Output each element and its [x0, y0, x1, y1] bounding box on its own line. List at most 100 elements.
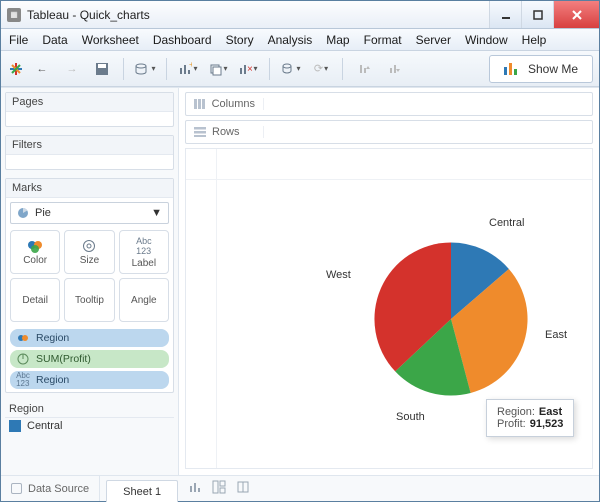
pages-title: Pages: [6, 93, 173, 112]
tooltip-val-profit: 91,523: [530, 418, 564, 430]
pill-label: Region: [36, 374, 69, 386]
separator: [342, 58, 343, 80]
mark-type-label: Pie: [35, 207, 51, 219]
size-label: Size: [80, 255, 99, 266]
new-datasource-button[interactable]: ▾: [132, 56, 158, 82]
legend-title: Region: [5, 401, 174, 417]
menu-help[interactable]: Help: [522, 33, 547, 47]
worksheet-area: Columns Rows: [179, 88, 599, 475]
back-button[interactable]: ←: [29, 56, 55, 82]
svg-text:+: +: [189, 62, 192, 69]
tooltip-key-profit: Profit:: [497, 418, 526, 430]
sort-asc-button[interactable]: [351, 56, 377, 82]
tooltip-key-region: Region:: [497, 406, 535, 418]
filters-panel[interactable]: Filters: [5, 135, 174, 170]
menu-analysis[interactable]: Analysis: [268, 33, 313, 47]
pill-angle-sumprofit[interactable]: SUM(Profit): [10, 350, 169, 368]
forward-button[interactable]: →: [59, 56, 85, 82]
angle-label: Angle: [131, 295, 157, 306]
slice-label-central: Central: [489, 217, 524, 229]
new-worksheet-tab-button[interactable]: [188, 480, 202, 497]
minimize-button[interactable]: [489, 1, 521, 28]
sort-desc-button[interactable]: [381, 56, 407, 82]
color-legend[interactable]: Region Central: [5, 401, 174, 434]
svg-text:×: ×: [247, 64, 252, 75]
menubar: File Data Worksheet Dashboard Story Anal…: [1, 29, 599, 51]
tableau-app-icon: ▦: [7, 8, 21, 22]
separator: [269, 58, 270, 80]
datasource-icon: [11, 483, 22, 494]
pill-label-region[interactable]: Abc123Region: [10, 371, 169, 389]
rows-shelf[interactable]: Rows: [185, 120, 593, 144]
columns-shelf[interactable]: Columns: [185, 92, 593, 116]
rows-label: Rows: [212, 126, 240, 138]
menu-data[interactable]: Data: [42, 33, 67, 47]
visualization-canvas[interactable]: Central East South West Region: East Prof…: [185, 148, 593, 469]
marks-detail-card[interactable]: Detail: [10, 278, 60, 322]
sheet-tab-label: Sheet 1: [123, 486, 161, 498]
marks-label-card[interactable]: Abc123 Label: [119, 230, 169, 274]
show-me-label: Show Me: [528, 62, 578, 76]
angle-pill-icon: [16, 353, 30, 365]
marks-title: Marks: [6, 179, 173, 198]
marks-color-card[interactable]: Color: [10, 230, 60, 274]
mark-type-select[interactable]: Pie ▼: [10, 202, 169, 224]
label-icon: Abc123: [136, 236, 152, 256]
pill-label: Region: [36, 332, 69, 344]
sheet-tab-1[interactable]: Sheet 1: [106, 480, 178, 502]
window-controls: [489, 1, 599, 28]
separator: [123, 58, 124, 80]
menu-dashboard[interactable]: Dashboard: [153, 33, 212, 47]
menu-format[interactable]: Format: [364, 33, 402, 47]
marks-panel: Marks Pie ▼ Color Size Abc123 Label Detai…: [5, 178, 174, 393]
new-worksheet-button[interactable]: +▾: [175, 56, 201, 82]
pages-panel[interactable]: Pages: [5, 92, 174, 127]
tableau-window: ▦ Tableau - Quick_charts File Data Works…: [0, 0, 600, 502]
pill-label: SUM(Profit): [36, 353, 91, 365]
legend-item-central[interactable]: Central: [5, 417, 174, 434]
menu-worksheet[interactable]: Worksheet: [82, 33, 139, 47]
pie-icon: [17, 207, 29, 219]
sheet-tab-bar: Data Source Sheet 1: [1, 475, 599, 501]
tableau-logo-icon[interactable]: [7, 60, 25, 78]
legend-item-label: Central: [27, 420, 62, 432]
columns-label: Columns: [212, 98, 255, 110]
pie-chart[interactable]: Central East South West: [361, 229, 541, 409]
duplicate-sheet-button[interactable]: ▾: [205, 56, 231, 82]
menu-map[interactable]: Map: [326, 33, 349, 47]
marks-tooltip-card[interactable]: Tooltip: [64, 278, 114, 322]
data-tooltip: Region: East Profit: 91,523: [486, 399, 574, 437]
menu-window[interactable]: Window: [465, 33, 508, 47]
close-button[interactable]: [553, 1, 599, 28]
marks-size-card[interactable]: Size: [64, 230, 114, 274]
detail-label: Detail: [22, 295, 48, 306]
data-source-tab[interactable]: Data Source: [1, 476, 100, 501]
marks-angle-card[interactable]: Angle: [119, 278, 169, 322]
slice-label-west: West: [326, 269, 351, 281]
label-label: Label: [132, 258, 156, 269]
rows-icon: [194, 127, 206, 137]
maximize-button[interactable]: [521, 1, 553, 28]
new-story-tab-button[interactable]: [236, 480, 250, 497]
color-pill-icon: [16, 333, 30, 343]
tooltip-val-region: East: [539, 406, 562, 418]
tooltip-label: Tooltip: [75, 295, 104, 306]
menu-file[interactable]: File: [9, 33, 28, 47]
size-icon: [82, 239, 96, 253]
side-panels: Pages Filters Marks Pie ▼ Color Size Abc…: [1, 88, 179, 475]
swap-button[interactable]: ▾: [278, 56, 304, 82]
menu-server[interactable]: Server: [416, 33, 451, 47]
color-icon: [27, 239, 43, 253]
save-button[interactable]: [89, 56, 115, 82]
color-label: Color: [23, 255, 47, 266]
titlebar: ▦ Tableau - Quick_charts: [1, 1, 599, 29]
clear-sheet-button[interactable]: ×▾: [235, 56, 261, 82]
refresh-button[interactable]: ⟳▾: [308, 56, 334, 82]
pill-color-region[interactable]: Region: [10, 329, 169, 347]
legend-swatch: [9, 420, 21, 432]
show-me-button[interactable]: Show Me: [489, 55, 593, 83]
menu-story[interactable]: Story: [226, 33, 254, 47]
new-dashboard-tab-button[interactable]: [212, 480, 226, 497]
chevron-down-icon: ▼: [151, 207, 162, 219]
toolbar: ← → ▾ +▾ ▾ ×▾ ▾ ⟳▾ Show Me: [1, 51, 599, 87]
